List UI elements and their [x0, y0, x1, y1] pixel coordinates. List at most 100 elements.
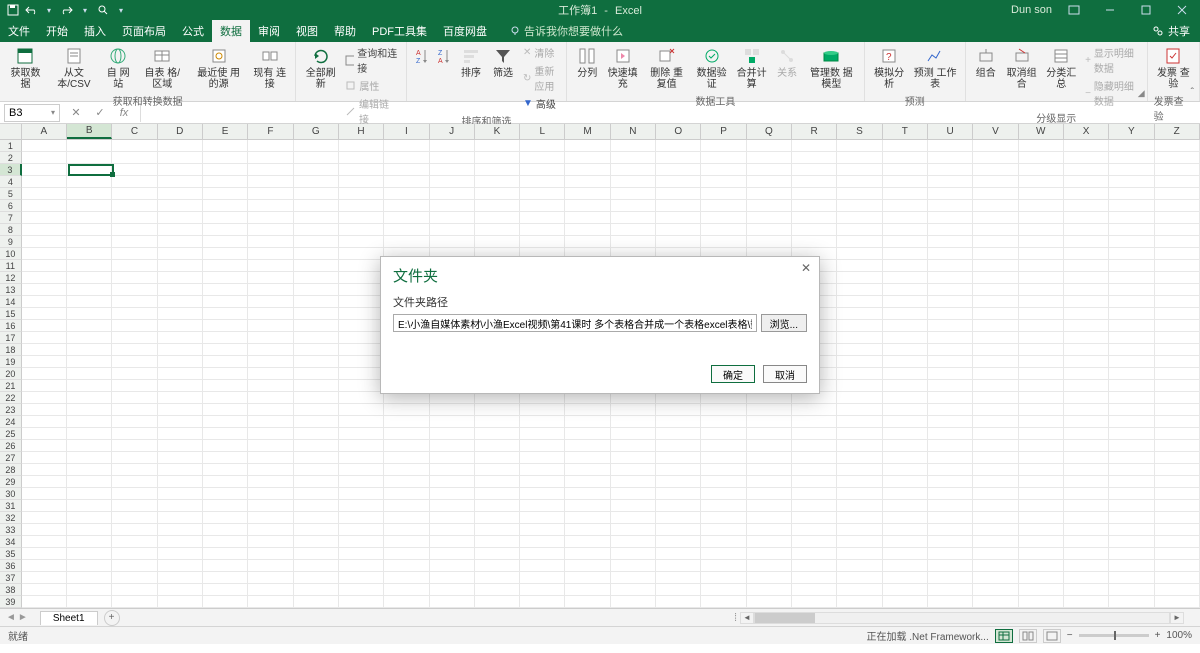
- cell[interactable]: [1019, 356, 1064, 368]
- close-icon[interactable]: [1168, 0, 1196, 20]
- cell[interactable]: [475, 200, 520, 212]
- cell[interactable]: [883, 416, 928, 428]
- cell[interactable]: [1064, 164, 1109, 176]
- cell[interactable]: [158, 368, 203, 380]
- cell[interactable]: [1064, 200, 1109, 212]
- cell[interactable]: [67, 272, 112, 284]
- btn-filter[interactable]: 筛选: [489, 44, 517, 81]
- cell[interactable]: [294, 284, 339, 296]
- cell[interactable]: [158, 500, 203, 512]
- cell[interactable]: [747, 464, 792, 476]
- cell[interactable]: [1109, 176, 1154, 188]
- cell[interactable]: [430, 536, 475, 548]
- cell[interactable]: [294, 164, 339, 176]
- cell[interactable]: [656, 524, 701, 536]
- cell[interactable]: [67, 140, 112, 152]
- row-header[interactable]: 33: [0, 524, 22, 536]
- cell[interactable]: [67, 584, 112, 596]
- row-header[interactable]: 2: [0, 152, 22, 164]
- cancel-formula-icon[interactable]: ✕: [68, 105, 84, 121]
- row-header[interactable]: 34: [0, 536, 22, 548]
- cell[interactable]: [792, 200, 837, 212]
- cell[interactable]: [67, 176, 112, 188]
- cell[interactable]: [1019, 380, 1064, 392]
- cell[interactable]: [837, 584, 882, 596]
- cell[interactable]: [883, 584, 928, 596]
- cell[interactable]: [203, 152, 248, 164]
- cell[interactable]: [22, 560, 67, 572]
- cell[interactable]: [22, 476, 67, 488]
- cell[interactable]: [1019, 236, 1064, 248]
- cell[interactable]: [837, 332, 882, 344]
- cell[interactable]: [67, 428, 112, 440]
- cell[interactable]: [837, 356, 882, 368]
- btn-get-data[interactable]: 获取数 据: [6, 44, 45, 92]
- cell[interactable]: [248, 200, 293, 212]
- cell[interactable]: [158, 332, 203, 344]
- cell[interactable]: [475, 488, 520, 500]
- cell[interactable]: [973, 440, 1018, 452]
- cell[interactable]: [430, 488, 475, 500]
- scroll-left-icon[interactable]: ◄: [740, 612, 754, 624]
- tab-review[interactable]: 审阅: [250, 20, 288, 42]
- cell[interactable]: [112, 584, 157, 596]
- cell[interactable]: [248, 548, 293, 560]
- row-header[interactable]: 7: [0, 212, 22, 224]
- cell[interactable]: [112, 368, 157, 380]
- cell[interactable]: [565, 500, 610, 512]
- row-header[interactable]: 39: [0, 596, 22, 608]
- cell[interactable]: [1155, 572, 1200, 584]
- cell[interactable]: [1155, 524, 1200, 536]
- cell[interactable]: [112, 404, 157, 416]
- cell[interactable]: [883, 344, 928, 356]
- cell[interactable]: [883, 560, 928, 572]
- btn-sort-za[interactable]: ZA: [435, 44, 453, 68]
- cell[interactable]: [792, 224, 837, 236]
- cell[interactable]: [1064, 308, 1109, 320]
- tab-layout[interactable]: 页面布局: [114, 20, 174, 42]
- cell[interactable]: [158, 356, 203, 368]
- cell[interactable]: [294, 368, 339, 380]
- cell[interactable]: [112, 416, 157, 428]
- cell[interactable]: [1109, 320, 1154, 332]
- cell[interactable]: [883, 572, 928, 584]
- minimize-icon[interactable]: [1096, 0, 1124, 20]
- cell[interactable]: [112, 164, 157, 176]
- cell[interactable]: [248, 536, 293, 548]
- cell[interactable]: [248, 596, 293, 608]
- cell[interactable]: [565, 548, 610, 560]
- cell[interactable]: [1019, 344, 1064, 356]
- cell[interactable]: [928, 512, 973, 524]
- cell[interactable]: [203, 524, 248, 536]
- cell[interactable]: [1064, 320, 1109, 332]
- cell[interactable]: [112, 140, 157, 152]
- cell[interactable]: [1109, 488, 1154, 500]
- tab-insert[interactable]: 插入: [76, 20, 114, 42]
- cell[interactable]: [1064, 416, 1109, 428]
- cell[interactable]: [384, 512, 429, 524]
- cell[interactable]: [928, 140, 973, 152]
- cell[interactable]: [1109, 236, 1154, 248]
- cell[interactable]: [475, 152, 520, 164]
- cell[interactable]: [837, 524, 882, 536]
- cell[interactable]: [22, 416, 67, 428]
- cell[interactable]: [1019, 488, 1064, 500]
- cell[interactable]: [1064, 512, 1109, 524]
- cell[interactable]: [384, 500, 429, 512]
- cell[interactable]: [1155, 188, 1200, 200]
- row-header[interactable]: 28: [0, 464, 22, 476]
- cell[interactable]: [973, 152, 1018, 164]
- cell[interactable]: [1109, 272, 1154, 284]
- cell[interactable]: [339, 416, 384, 428]
- cell[interactable]: [837, 164, 882, 176]
- cell[interactable]: [475, 560, 520, 572]
- cell[interactable]: [384, 212, 429, 224]
- cell[interactable]: [475, 536, 520, 548]
- cell[interactable]: [112, 440, 157, 452]
- cell[interactable]: [339, 236, 384, 248]
- cell[interactable]: [384, 476, 429, 488]
- cell[interactable]: [430, 416, 475, 428]
- undo-icon[interactable]: [24, 3, 38, 17]
- cell[interactable]: [973, 344, 1018, 356]
- cell[interactable]: [520, 524, 565, 536]
